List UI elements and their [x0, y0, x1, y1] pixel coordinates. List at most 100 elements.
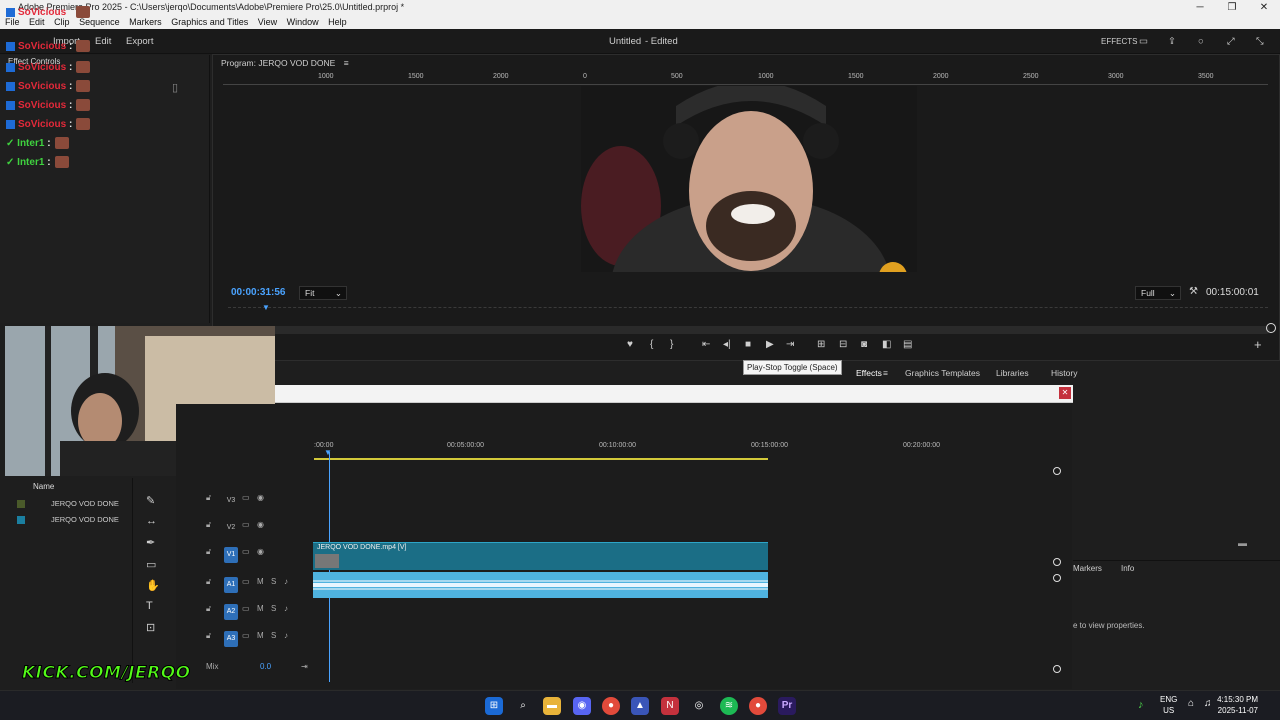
- hand-icon[interactable]: ✋: [146, 579, 160, 592]
- netflix-icon[interactable]: N: [661, 697, 679, 715]
- camera-icon[interactable]: ◙: [861, 339, 867, 350]
- track-header-a1[interactable]: 🔓︎ A1 ▭ M S ♪: [204, 574, 314, 596]
- mute-icon[interactable]: M: [257, 577, 264, 586]
- step-back-icon[interactable]: ◂|: [723, 339, 731, 350]
- pen-icon[interactable]: ✒: [146, 536, 155, 549]
- share-icon[interactable]: ⇪: [1168, 36, 1176, 47]
- solo-icon[interactable]: S: [271, 631, 276, 640]
- insert-icon[interactable]: ⊞: [817, 339, 825, 350]
- sync-icon[interactable]: ▭: [242, 547, 250, 556]
- mute-icon[interactable]: M: [257, 631, 264, 640]
- sync-icon[interactable]: ▭: [242, 493, 250, 502]
- panel-menu-icon[interactable]: ≡: [883, 365, 888, 382]
- project-item[interactable]: JERQO VOD DONE: [17, 514, 129, 528]
- program-tab[interactable]: Program: JERQO VOD DONE ≡: [213, 55, 1279, 71]
- track-label-a1[interactable]: A1: [224, 577, 238, 593]
- tab-info[interactable]: Info: [1121, 564, 1134, 573]
- system-clock[interactable]: 4:15:30 PM 2025-11-07: [1217, 694, 1258, 716]
- solo-icon[interactable]: S: [271, 604, 276, 613]
- mix-value[interactable]: 0.0: [260, 662, 271, 671]
- volume-icon[interactable]: ♫: [1204, 698, 1212, 709]
- video-clip[interactable]: JERQO VOD DONE.mp4 [V]: [313, 542, 768, 570]
- multicam-icon[interactable]: ▤: [903, 339, 912, 350]
- language-indicator[interactable]: ENG US: [1160, 694, 1177, 716]
- caption-icon[interactable]: ⊡: [146, 621, 155, 634]
- lock-icon[interactable]: 🔓︎: [206, 631, 211, 641]
- tab-effects[interactable]: Effects: [856, 365, 882, 382]
- scroll-handle-bottom[interactable]: [1053, 665, 1061, 673]
- dialog-close-icon[interactable]: ✕: [1059, 387, 1071, 399]
- eye-icon[interactable]: ◉: [257, 547, 264, 556]
- overwrite-icon[interactable]: ⊟: [839, 339, 847, 350]
- export-tab[interactable]: Export: [126, 36, 153, 47]
- project-item[interactable]: JERQO VOD DONE: [17, 498, 129, 512]
- panel-icon[interactable]: ▭: [1139, 36, 1148, 47]
- minimize-button[interactable]: ─: [1184, 0, 1216, 15]
- maximize-button[interactable]: ❐: [1216, 0, 1248, 15]
- add-button-icon[interactable]: +: [1254, 337, 1262, 352]
- go-to-out-icon[interactable]: ⇥: [786, 339, 794, 350]
- obs-icon[interactable]: ◎: [690, 697, 708, 715]
- fit-select[interactable]: Fit ⌄: [299, 286, 347, 300]
- panel-toggle-icon[interactable]: ▯: [172, 81, 178, 94]
- mark-in-icon[interactable]: {: [650, 339, 653, 350]
- chrome-icon[interactable]: ●: [602, 697, 620, 715]
- compare-icon[interactable]: ◧: [882, 339, 891, 350]
- premiere-pro-icon[interactable]: Pr: [778, 697, 796, 715]
- scroll-handle[interactable]: [1266, 323, 1276, 333]
- collapse-icon[interactable]: ⤡: [1256, 36, 1264, 47]
- menu-graphics-and-titles[interactable]: Graphics and Titles: [171, 15, 248, 29]
- tab-graphics-templates[interactable]: Graphics Templates: [905, 365, 980, 382]
- tab-markers[interactable]: Markers: [1073, 564, 1102, 573]
- lock-icon[interactable]: 🔓︎: [206, 577, 211, 587]
- folder-icon[interactable]: ▬: [1238, 538, 1247, 548]
- mark-out-icon[interactable]: }: [670, 339, 673, 350]
- mix-end-icon[interactable]: ⇥: [301, 662, 308, 671]
- go-to-in-icon[interactable]: ⇤: [702, 339, 710, 350]
- tab-libraries[interactable]: Libraries: [996, 365, 1029, 382]
- chrome-profile-icon[interactable]: ●: [749, 697, 767, 715]
- rectangle-icon[interactable]: ▭: [146, 558, 156, 571]
- panel-menu-icon[interactable]: ≡: [344, 58, 349, 68]
- eye-icon[interactable]: ◉: [257, 493, 264, 502]
- track-header-v3[interactable]: 🔓︎ V3 ▭ ◉: [204, 490, 314, 512]
- program-scrubber[interactable]: ▼: [228, 303, 1268, 319]
- microphone-icon[interactable]: ♪: [284, 604, 288, 613]
- quality-select[interactable]: Full ⌄: [1135, 286, 1181, 300]
- sync-icon[interactable]: ▭: [242, 604, 250, 613]
- menu-window[interactable]: Window: [287, 15, 319, 29]
- ripple-edit-icon[interactable]: ↔: [146, 515, 157, 527]
- track-header-a2[interactable]: 🔓︎ A2 ▭ M S ♪: [204, 601, 314, 623]
- menu-markers[interactable]: Markers: [129, 15, 162, 29]
- lock-icon[interactable]: 🔓︎: [206, 493, 211, 503]
- fullscreen-icon[interactable]: ⤢: [1227, 36, 1235, 47]
- microphone-icon[interactable]: ♪: [284, 631, 288, 640]
- step-forward-icon[interactable]: ▶: [766, 339, 774, 350]
- lock-icon[interactable]: 🔓︎: [206, 604, 211, 614]
- search-icon[interactable]: ⌕: [514, 697, 532, 715]
- track-header-a3[interactable]: 🔓︎ A3 ▭ M S ♪: [204, 628, 314, 650]
- name-column-header[interactable]: Name: [33, 482, 54, 491]
- sync-icon[interactable]: ▭: [242, 577, 250, 586]
- add-marker-icon[interactable]: ♥: [627, 339, 633, 350]
- tab-history[interactable]: History: [1051, 365, 1077, 382]
- track-label-a2[interactable]: A2: [224, 604, 238, 620]
- type-icon[interactable]: T: [146, 600, 153, 612]
- mute-icon[interactable]: M: [257, 604, 264, 613]
- track-header-v1[interactable]: 🔓︎ V1 ▭ ◉: [204, 544, 314, 566]
- solo-icon[interactable]: S: [271, 577, 276, 586]
- microphone-icon[interactable]: ♪: [284, 577, 288, 586]
- spotify-icon[interactable]: ≋: [720, 697, 738, 715]
- playhead-marker-icon[interactable]: ▼: [262, 303, 270, 312]
- track-label-v2[interactable]: V2: [224, 520, 238, 536]
- scroll-handle-audio[interactable]: [1053, 574, 1061, 582]
- audio-clip[interactable]: [313, 572, 768, 598]
- close-button[interactable]: ✕: [1248, 0, 1280, 15]
- file-explorer-icon[interactable]: ▬: [543, 697, 561, 715]
- edit-tab[interactable]: Edit: [95, 36, 111, 47]
- effects-workspace-label[interactable]: EFFECTS: [1101, 37, 1137, 46]
- discord-icon[interactable]: ◉: [573, 697, 591, 715]
- sync-icon[interactable]: ▭: [242, 520, 250, 529]
- lock-icon[interactable]: 🔓︎: [206, 547, 211, 557]
- scroll-handle-top[interactable]: [1053, 467, 1061, 475]
